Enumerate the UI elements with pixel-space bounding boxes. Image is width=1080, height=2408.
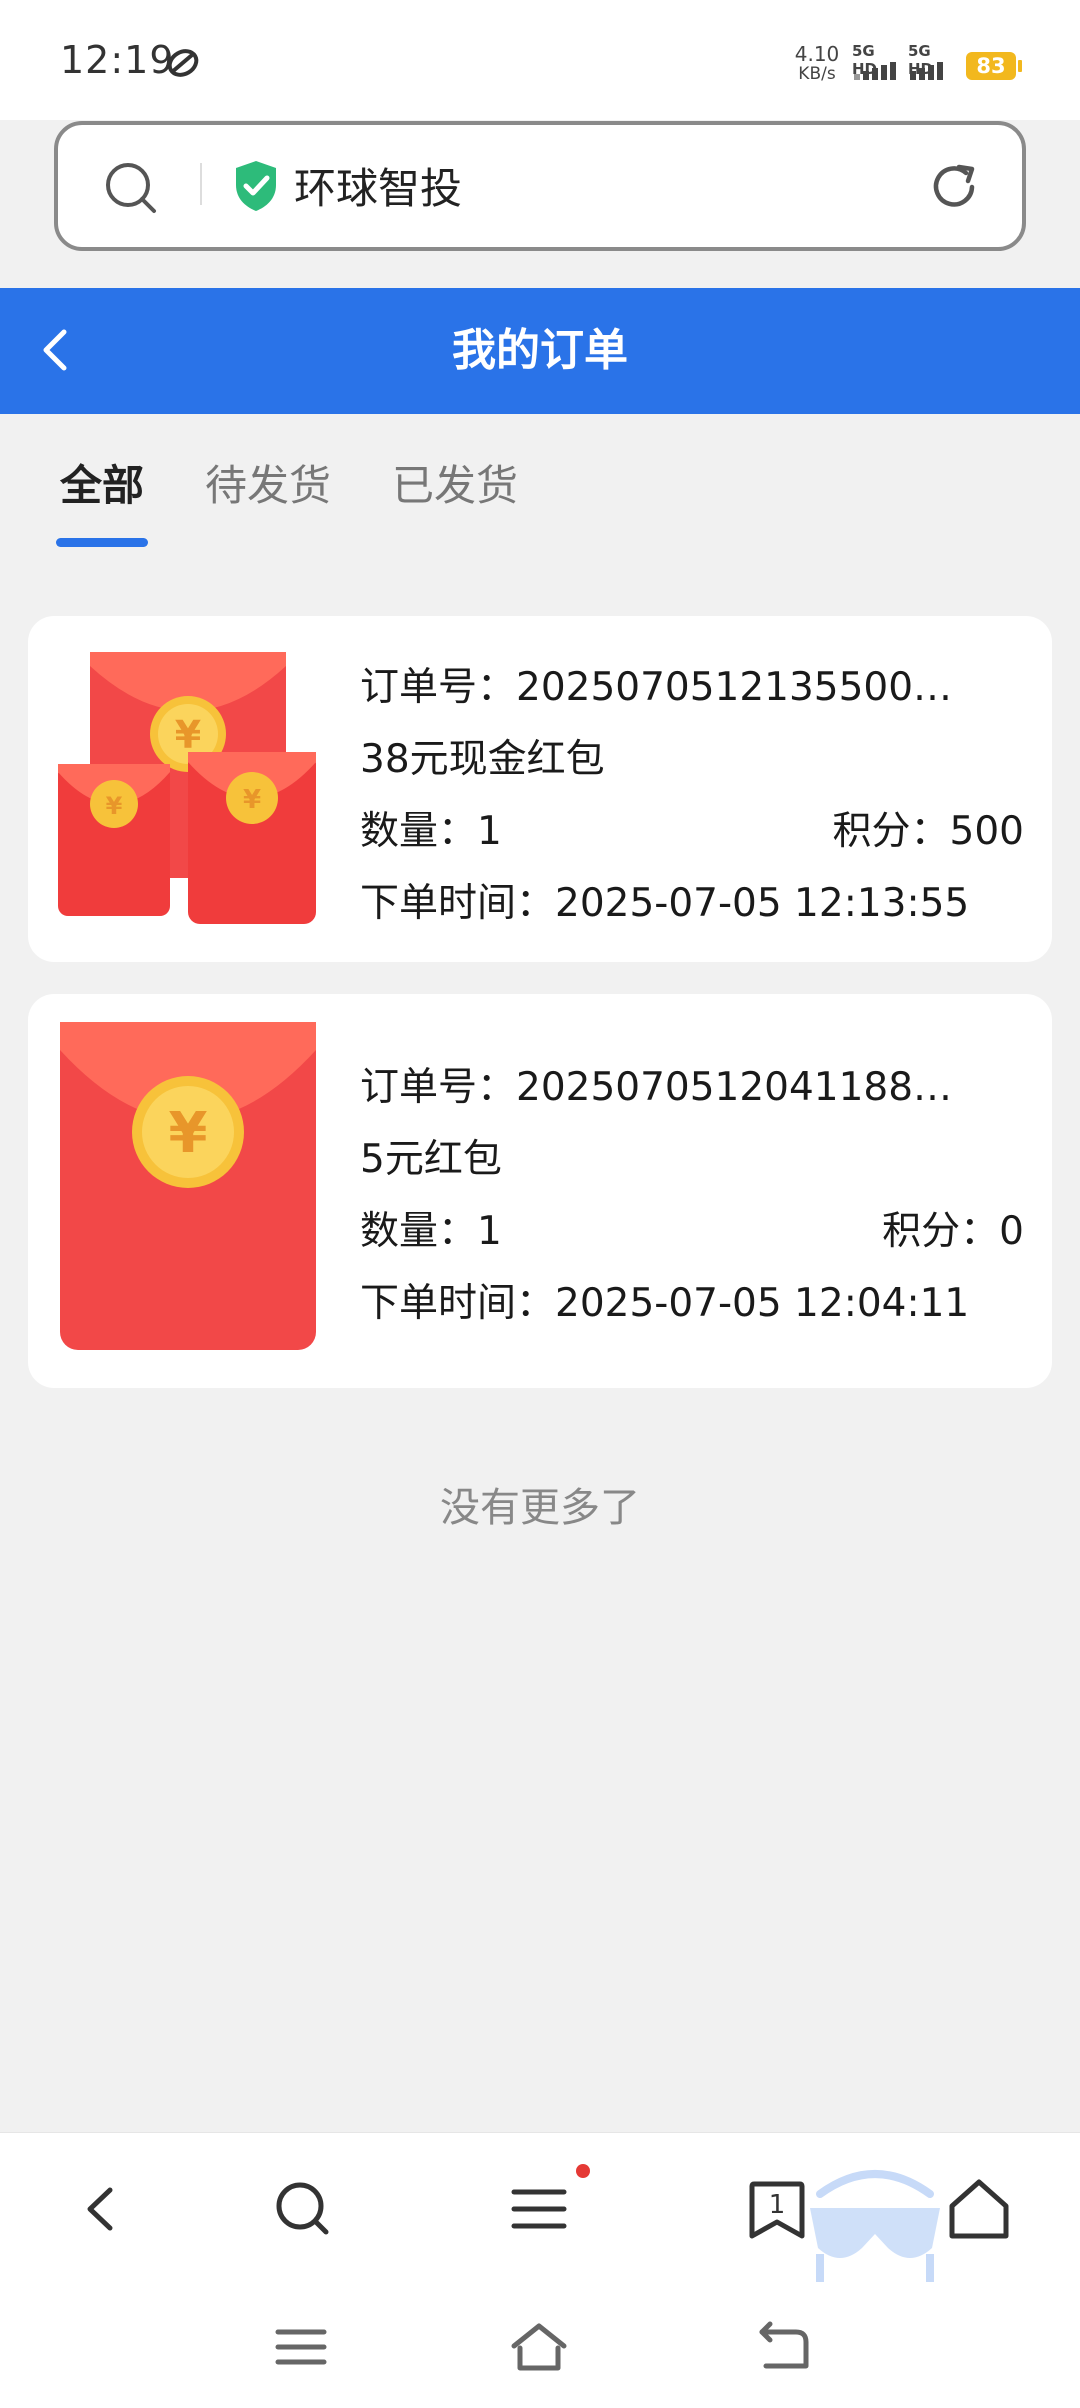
order-points: 积分：0 [882,1200,1024,1256]
product-name: 5元红包 [360,1137,502,1182]
svg-text:¥: ¥ [175,713,201,757]
points-label: 积分： [882,1209,1000,1254]
back-arrow-icon[interactable] [36,324,76,376]
order-time-value: 2025-07-05 12:04:11 [555,1281,970,1326]
points-value: 500 [949,809,1024,854]
status-bar: 12:19 4.10 KB/s 5G HD 5G HD 83 [0,0,1080,120]
order-time-value: 2025-07-05 12:13:55 [555,881,970,926]
site-name[interactable]: 环球智投 [294,155,462,216]
svg-text:¥: ¥ [243,785,261,815]
points-label: 积分： [832,809,950,854]
sim2-signal-icon: 5G HD [908,42,960,82]
product-name: 38元现金红包 [360,737,605,782]
order-number-value: 2025070512135500… [516,665,953,710]
search-icon[interactable] [104,161,158,215]
order-number-label: 订单号： [360,665,517,710]
order-quantity: 数量：1 [360,1200,502,1256]
order-tabs: 全部 待发货 已发货 [0,414,1080,554]
secure-shield-icon [236,161,276,211]
order-time-label: 下单时间： [360,1281,556,1326]
red-envelope-icon: ¥ [60,1022,316,1350]
network-speed-value: 4.10 [794,42,840,66]
system-back-icon[interactable] [752,2318,814,2376]
quantity-value: 1 [477,1209,502,1254]
order-time: 下单时间：2025-07-05 12:13:55 [360,872,969,928]
network-speed-unit: KB/s [798,64,836,84]
no-more-text: 没有更多了 [440,1485,640,1531]
quantity-label: 数量： [360,1209,478,1254]
order-number-label: 订单号： [360,1065,517,1110]
refresh-icon[interactable] [926,159,982,215]
three-red-envelopes-icon: ¥ ¥ ¥ [58,652,316,924]
status-time: 12:19 [60,38,175,82]
page-title: 我的订单 [452,325,628,376]
order-number: 订单号：2025070512041188… [360,1056,952,1112]
order-card[interactable]: ¥ 订单号：2025070512041188… 5元红包 数量：1 积分：0 下… [28,994,1052,1388]
quantity-label: 数量： [360,809,478,854]
home-icon[interactable] [942,2172,1016,2246]
quantity-value: 1 [477,809,502,854]
recent-apps-icon[interactable] [270,2318,332,2376]
tab-count: 1 [768,2190,786,2220]
tabs-button[interactable]: 1 [740,2172,814,2246]
order-number-value: 2025070512041188… [516,1065,953,1110]
network-speed: 4.10 KB/s [792,44,842,84]
battery-indicator: 83 [966,52,1022,80]
leaf-icon [167,49,199,77]
address-divider [200,163,202,205]
notification-dot [576,2164,590,2178]
order-quantity: 数量：1 [360,800,502,856]
points-value: 0 [999,1209,1024,1254]
order-time: 下单时间：2025-07-05 12:04:11 [360,1272,969,1328]
tab-all[interactable]: 全部 [60,452,144,513]
tab-pending-shipment[interactable]: 待发货 [205,452,331,513]
sunglasses-overlay-icon[interactable] [800,2164,950,2284]
order-number: 订单号：2025070512135500… [360,656,952,712]
page-header: 我的订单 [0,288,1080,414]
sim1-signal-icon: 5G HD [852,42,904,82]
system-home-icon[interactable] [508,2318,570,2376]
back-icon[interactable] [64,2172,138,2246]
search-icon[interactable] [266,2172,340,2246]
active-tab-indicator [56,538,148,547]
tab-shipped[interactable]: 已发货 [392,452,518,513]
menu-icon[interactable] [502,2172,576,2246]
order-points: 积分：500 [833,800,1024,856]
order-card[interactable]: ¥ ¥ ¥ 订单号：2025070512135500… 38元现金红包 数量：1… [28,616,1052,962]
svg-text:¥: ¥ [169,1101,208,1166]
address-bar[interactable]: 环球智投 [54,121,1026,251]
order-time-label: 下单时间： [360,881,556,926]
svg-text:¥: ¥ [106,792,123,820]
